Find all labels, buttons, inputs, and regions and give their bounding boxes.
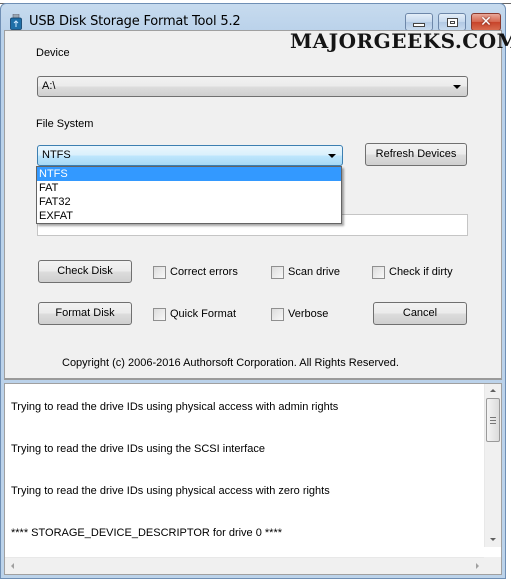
log-line: Trying to read the drive IDs using the S… xyxy=(11,443,265,455)
checkbox-box[interactable] xyxy=(153,265,166,279)
horizontal-scrollbar[interactable] xyxy=(5,557,485,574)
correct-errors-checkbox[interactable]: Correct errors xyxy=(153,265,238,279)
quick-format-checkbox[interactable]: Quick Format xyxy=(153,307,236,321)
scroll-thumb[interactable] xyxy=(486,398,500,442)
file-system-select[interactable]: NTFS xyxy=(37,145,343,166)
resize-grip-icon[interactable] xyxy=(484,557,501,574)
scan-drive-checkbox[interactable]: Scan drive xyxy=(271,265,340,279)
file-system-select-value: NTFS xyxy=(42,149,71,161)
device-select[interactable]: A:\ xyxy=(37,76,468,97)
file-system-option[interactable]: FAT xyxy=(37,181,341,195)
vertical-scrollbar[interactable] xyxy=(484,384,501,547)
check-if-dirty-checkbox[interactable]: Check if dirty xyxy=(372,265,453,279)
verbose-label: Verbose xyxy=(288,308,329,320)
chevron-down-icon xyxy=(453,85,461,89)
close-icon: ✕ xyxy=(480,14,492,30)
checkbox-box[interactable] xyxy=(271,307,284,321)
copyright-text: Copyright (c) 2006-2016 Authorsoft Corpo… xyxy=(62,357,399,369)
checkbox-box[interactable] xyxy=(153,307,166,321)
log-line: Trying to read the drive IDs using physi… xyxy=(11,401,339,413)
minimize-icon xyxy=(413,23,425,27)
scroll-left-icon[interactable] xyxy=(11,563,14,569)
window-title: USB Disk Storage Format Tool 5.2 xyxy=(29,14,241,29)
scroll-down-icon[interactable] xyxy=(490,538,496,541)
file-system-option[interactable]: EXFAT xyxy=(37,209,341,223)
usb-drive-icon xyxy=(10,14,22,30)
checkbox-box[interactable] xyxy=(372,265,385,279)
file-system-label: File System xyxy=(36,118,94,130)
maximize-icon xyxy=(446,17,458,27)
checkbox-box[interactable] xyxy=(271,265,284,279)
cancel-button[interactable]: Cancel xyxy=(373,302,467,325)
file-system-option[interactable]: FAT32 xyxy=(37,195,341,209)
log-line: **** STORAGE_DEVICE_DESCRIPTOR for drive… xyxy=(11,527,283,539)
check-if-dirty-label: Check if dirty xyxy=(389,266,453,278)
log-output[interactable]: Trying to read the drive IDs using physi… xyxy=(4,383,502,575)
scroll-up-icon[interactable] xyxy=(490,389,496,392)
scan-drive-label: Scan drive xyxy=(288,266,340,278)
log-line: Trying to read the drive IDs using physi… xyxy=(11,485,330,497)
grip-lines-icon xyxy=(490,417,496,424)
device-label: Device xyxy=(36,47,70,59)
device-select-value: A:\ xyxy=(42,80,56,92)
majorgeeks-watermark: MAJORGEEKS.COM xyxy=(290,29,511,53)
scroll-right-icon[interactable] xyxy=(476,563,479,569)
verbose-checkbox[interactable]: Verbose xyxy=(271,307,328,321)
refresh-devices-button[interactable]: Refresh Devices xyxy=(365,143,467,166)
quick-format-label: Quick Format xyxy=(170,308,237,320)
file-system-dropdown-list[interactable]: NTFS FAT FAT32 EXFAT xyxy=(36,166,342,224)
correct-errors-label: Correct errors xyxy=(170,266,238,278)
format-disk-button[interactable]: Format Disk xyxy=(38,302,132,325)
check-disk-button[interactable]: Check Disk xyxy=(38,260,132,283)
chevron-down-icon xyxy=(328,154,336,158)
file-system-option[interactable]: NTFS xyxy=(37,167,341,181)
